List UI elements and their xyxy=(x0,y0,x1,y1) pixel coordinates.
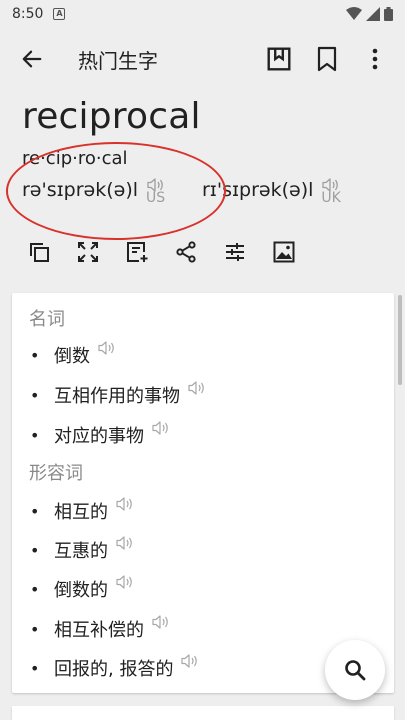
bookmark-button[interactable] xyxy=(303,35,351,83)
pos-label-noun: 名词 xyxy=(29,309,65,330)
back-button[interactable] xyxy=(4,31,60,87)
sense-text: 倒数的 xyxy=(54,580,108,601)
headword: reciprocal xyxy=(22,96,201,137)
bookmark-icon xyxy=(317,46,337,72)
bullet: • xyxy=(30,425,40,445)
status-time: 8:50 xyxy=(12,6,44,22)
status-bar: 8:50 A xyxy=(0,0,405,28)
syllables: re·cip·ro·cal xyxy=(22,148,128,169)
more-vert-icon xyxy=(372,48,378,70)
bullet: • xyxy=(30,385,40,405)
speaker-icon[interactable] xyxy=(98,341,116,355)
pronunciation-uk[interactable]: rɪ'sɪprək(ə)l UK xyxy=(202,178,341,206)
search-icon xyxy=(345,660,366,681)
copy-button[interactable] xyxy=(14,234,63,270)
share-button[interactable] xyxy=(161,234,210,270)
sense-item[interactable]: • 对应的事物 xyxy=(30,421,170,448)
speaker-icon[interactable] xyxy=(188,381,206,395)
app-actions xyxy=(255,35,399,83)
expand-icon xyxy=(77,242,98,262)
region-uk: UK xyxy=(321,190,341,206)
copy-icon xyxy=(29,243,49,262)
wifi-icon xyxy=(346,7,362,20)
bullet: • xyxy=(30,345,40,365)
scrollbar-thumb[interactable] xyxy=(398,295,402,385)
speaker-icon[interactable] xyxy=(116,536,134,550)
ipa-us: rə'sɪprək(ə)l xyxy=(22,179,139,201)
book-mark-icon xyxy=(267,47,291,71)
tune-icon xyxy=(225,243,244,261)
arrow-back-icon xyxy=(22,50,42,68)
bullet: • xyxy=(30,501,40,521)
search-fab[interactable] xyxy=(325,640,385,700)
status-icons xyxy=(346,7,393,21)
pronunciation-us[interactable]: rə'sɪprək(ə)l US xyxy=(22,178,165,206)
note-add-icon xyxy=(126,242,147,262)
bullet: • xyxy=(30,540,40,560)
app-bar: 热门生字 xyxy=(0,28,405,90)
sense-text: 相互补偿的 xyxy=(54,620,144,641)
sense-text: 相互的 xyxy=(54,502,108,523)
more-options-button[interactable] xyxy=(351,35,399,83)
signal-icon xyxy=(366,7,380,21)
ipa-uk: rɪ'sɪprək(ə)l xyxy=(202,179,314,201)
wordbook-button[interactable] xyxy=(255,35,303,83)
bullet: • xyxy=(30,579,40,599)
speaker-icon[interactable] xyxy=(116,497,134,511)
notification-icon: A xyxy=(53,8,66,20)
fullscreen-button[interactable] xyxy=(63,234,112,270)
definition-card: 名词 • 倒数 • 互相作用的事物 • 对应的事物 形容词 • 相互的 • 互惠… xyxy=(12,293,394,693)
page-title: 热门生字 xyxy=(78,48,158,73)
sense-item[interactable]: • 倒数 xyxy=(30,341,116,368)
bullet: • xyxy=(30,619,40,639)
sense-text: 互惠的 xyxy=(54,541,108,562)
speaker-icon[interactable] xyxy=(181,654,199,668)
sense-item[interactable]: • 相互补偿的 xyxy=(30,615,170,642)
speaker-icon[interactable] xyxy=(152,421,170,435)
word-toolbar xyxy=(14,234,308,270)
speaker-icon[interactable] xyxy=(116,575,134,589)
speaker-icon[interactable] xyxy=(152,615,170,629)
sense-item[interactable]: • 互惠的 xyxy=(30,536,134,563)
sense-item[interactable]: • 互相作用的事物 xyxy=(30,381,206,408)
sense-item[interactable]: • 倒数的 xyxy=(30,575,134,602)
sense-text: 对应的事物 xyxy=(54,426,144,447)
sense-text: 倒数 xyxy=(54,346,90,367)
sense-item[interactable]: • 相互的 xyxy=(30,497,134,524)
pos-label-adj: 形容词 xyxy=(29,463,83,484)
image-icon xyxy=(273,241,294,263)
sense-text: 互相作用的事物 xyxy=(54,386,180,407)
play-us-button[interactable]: US xyxy=(146,178,165,206)
add-to-list-button[interactable] xyxy=(112,234,161,270)
sense-item[interactable]: • 回报的, 报答的 xyxy=(30,654,199,681)
battery-icon xyxy=(384,7,393,21)
filter-button[interactable] xyxy=(210,234,259,270)
sense-text: 回报的, 报答的 xyxy=(54,659,174,680)
bullet: • xyxy=(30,658,40,678)
share-icon xyxy=(175,241,196,263)
image-button[interactable] xyxy=(259,234,308,270)
play-uk-button[interactable]: UK xyxy=(321,178,341,206)
region-us: US xyxy=(146,190,166,206)
next-card xyxy=(12,706,394,720)
